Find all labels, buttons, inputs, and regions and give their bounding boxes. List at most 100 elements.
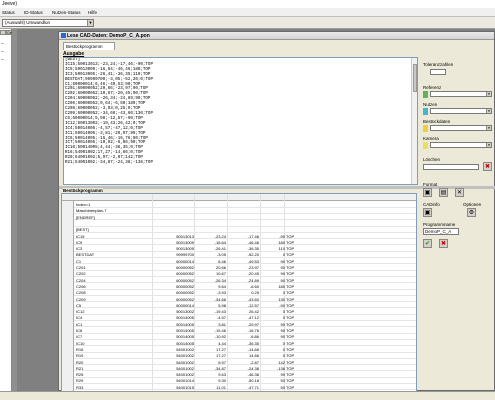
table-cell: TOP: [286, 252, 295, 258]
chevron-down-icon[interactable]: ▼: [486, 126, 491, 130]
table-cell: TOP: [286, 239, 295, 245]
table-row[interactable]: C209 60000052 -34.66 -43.60 130 TOP: [74, 296, 416, 303]
table-cell: 90: [280, 328, 285, 333]
table-cell: IC6: [76, 328, 83, 333]
table-cell: TOP: [286, 359, 295, 365]
table-cell: -50.18: [247, 378, 259, 384]
table-row[interactable]: R19 54001002 17.27 14.66 0 TOP: [74, 353, 416, 359]
table-cell: -36.35: [247, 340, 259, 346]
table-cell: TOP: [286, 384, 295, 390]
table-row[interactable]: R20 54001002 5.97 -2.87 142 TOP: [74, 359, 416, 366]
table-cell: -46.38: [247, 372, 259, 378]
table-cell: 0: [282, 252, 285, 258]
table-row[interactable]: C204 60000052 -26.34 -24.89 90 TOP: [74, 277, 416, 284]
mode-combo[interactable]: (Auswahl) Umwandlun ▼: [2, 19, 94, 27]
table-row[interactable]: IC4 50014005 -4.57 -47.12 0 TOP: [74, 315, 416, 322]
table-row[interactable]: C1 60000014 6.46 -49.53 90 TOP: [74, 258, 416, 265]
menu-status[interactable]: Status: [2, 10, 15, 15]
table-row[interactable]: Maschinenplan-7: [74, 208, 416, 214]
table-row[interactable]: [74, 221, 416, 227]
chevron-down-icon[interactable]: ▼: [486, 109, 491, 113]
table-cell: -34.66: [214, 296, 226, 302]
ok-check-icon[interactable]: ✔: [423, 239, 432, 248]
menu-hilfe[interactable]: Hilfe: [88, 10, 97, 15]
table-cell: 60000052: [176, 277, 194, 283]
table-row[interactable]: IC3 50013005 -26.41 -36.35 110 TOP: [74, 246, 416, 252]
table-row[interactable]: C206 60000052 9.64 -6.60 180 TOP: [74, 284, 416, 290]
output-scrollbar[interactable]: [411, 58, 417, 184]
table-cell: -19.43: [214, 309, 226, 315]
chevron-down-icon[interactable]: ▼: [87, 20, 93, 26]
table-cell: R21: [76, 365, 84, 371]
table-row[interactable]: R16 54001002 17.27 -14.66 0 TOP: [74, 346, 416, 353]
table-row[interactable]: Index=1: [74, 202, 416, 208]
table-row[interactable]: IC12 50013002 -19.43 26.42 0 TOP: [74, 309, 416, 315]
kamera-combo[interactable]: ▼: [430, 142, 492, 148]
table-cell: R19: [76, 353, 84, 359]
table-cell: Maschinenplan-7: [76, 208, 107, 214]
menu-nutzen-status[interactable]: Nutzen-Status: [52, 10, 81, 15]
table-row[interactable]: IC1 50014005 3.81 -29.97 90 TOP: [74, 322, 416, 328]
program-grid[interactable]: Index=1 Maschinenplan-7 [ENDREF] [BEST] IC15…: [61, 193, 417, 392]
table-cell: 9.63: [218, 372, 226, 378]
table-cell: TOP: [286, 346, 295, 352]
table-cell: 10.67: [215, 271, 226, 277]
save-icon[interactable]: ▣: [423, 188, 432, 197]
table-cell: 60000014: [176, 302, 194, 308]
table-row[interactable]: C201 60000052 20.66 -23.97 90 TOP: [74, 265, 416, 271]
table-row[interactable]: [ENDREF]: [74, 215, 416, 221]
toleranz-label: Toleranzzahlen: [423, 62, 454, 67]
delete-icon[interactable]: ✖: [483, 162, 492, 171]
menu-id-status[interactable]: ID-Status: [24, 10, 43, 15]
table-row[interactable]: IC10 50014005 4.44 -36.35 0 TOP: [74, 340, 416, 347]
table-row[interactable]: IC7 50014005 -10.92 -6.86 90 TOP: [74, 334, 416, 340]
right-panel: Toleranzzahlen Referenz ▼ Nutzen ▼ Bestü…: [423, 57, 493, 267]
chevron-down-icon[interactable]: ▼: [486, 92, 491, 96]
table-row[interactable]: R33 54001015 11.01 -47.71 50 TOP: [74, 384, 416, 391]
table-cell: TOP: [286, 233, 295, 239]
app-titlebar: Jeeve): [0, 0, 495, 8]
cadinfo-icon[interactable]: ▣: [423, 208, 432, 217]
table-cell: TOP: [286, 296, 295, 302]
table-cell: R33: [76, 384, 84, 390]
table-row[interactable]: R21 54001002 -34.87 -24.38 -136 TOP: [74, 365, 416, 372]
table-row[interactable]: R29 54001014 9.30 -50.18 50 TOP: [74, 378, 416, 385]
table-cell: -90: [279, 302, 285, 308]
table-row[interactable]: [BEST]: [74, 227, 416, 233]
table-cell: 11.01: [216, 384, 226, 390]
referenz-combo[interactable]: ▼: [430, 91, 492, 97]
table-row[interactable]: C208 60000052 -3.93 0.25 0 TOP: [74, 290, 416, 296]
table-cell: 54001002: [176, 365, 194, 371]
scrollbar-thumb[interactable]: [413, 64, 417, 92]
chevron-down-icon[interactable]: ▼: [486, 143, 491, 147]
table-row[interactable]: BESTDAT 99999700 -3.05 -52.20 0 TOP: [74, 252, 416, 259]
table-cell: 50013005: [176, 246, 194, 252]
bestueckdaten-combo[interactable]: ▼: [430, 125, 492, 131]
cad-data-window: Lese CAD-Daten: DemoP_C_A.pon Bestückpro…: [58, 31, 495, 392]
options-icon[interactable]: ⚙: [467, 208, 476, 217]
table-cell: C202: [76, 271, 86, 277]
nutzen-combo[interactable]: ▼: [430, 108, 492, 114]
clear-icon[interactable]: ✕: [455, 188, 464, 197]
kamera-color-swatch: [423, 142, 428, 149]
cancel-x-icon[interactable]: ✖: [439, 239, 448, 248]
output-textarea[interactable]: [BEST] IC15;50013013;-23,24;-17,46;-90;TO…: [63, 57, 418, 185]
table-row[interactable]: C202 60000052 10.67 -20.45 90 TOP: [74, 271, 416, 277]
app-title: Jeeve): [2, 1, 18, 7]
table-cell: 99999700: [176, 252, 194, 258]
loeschen-input[interactable]: [423, 164, 479, 170]
table-row[interactable]: C5 60000014 5.98 -12.57 -90 TOP: [74, 302, 416, 309]
table-cell: IC3: [76, 246, 83, 252]
table-row[interactable]: R25 54001002 9.63 -46.38 90 TOP: [74, 372, 416, 378]
open-icon[interactable]: ▤: [439, 188, 448, 197]
programmname-input[interactable]: DemoP_C_A: [423, 228, 459, 235]
table-cell: 60000014: [176, 258, 194, 264]
cad-window-titlebar[interactable]: Lese CAD-Daten: DemoP_C_A.pon: [59, 32, 494, 40]
tab-bestueckprogramm[interactable]: Bestückprogramm: [63, 42, 115, 50]
table-row[interactable]: IC6 50014005 -15.46 -16.76 90 TOP: [74, 328, 416, 334]
toleranz-input[interactable]: [430, 69, 446, 75]
table-row[interactable]: IC9 50013009 -16.64 -46.46 180 TOP: [74, 239, 416, 246]
table-row[interactable]: IC15 50013013 -23.24 -17.46 -90 TOP: [74, 233, 416, 240]
table-cell: IC7: [76, 334, 83, 340]
table-cell: 26.42: [248, 309, 259, 315]
